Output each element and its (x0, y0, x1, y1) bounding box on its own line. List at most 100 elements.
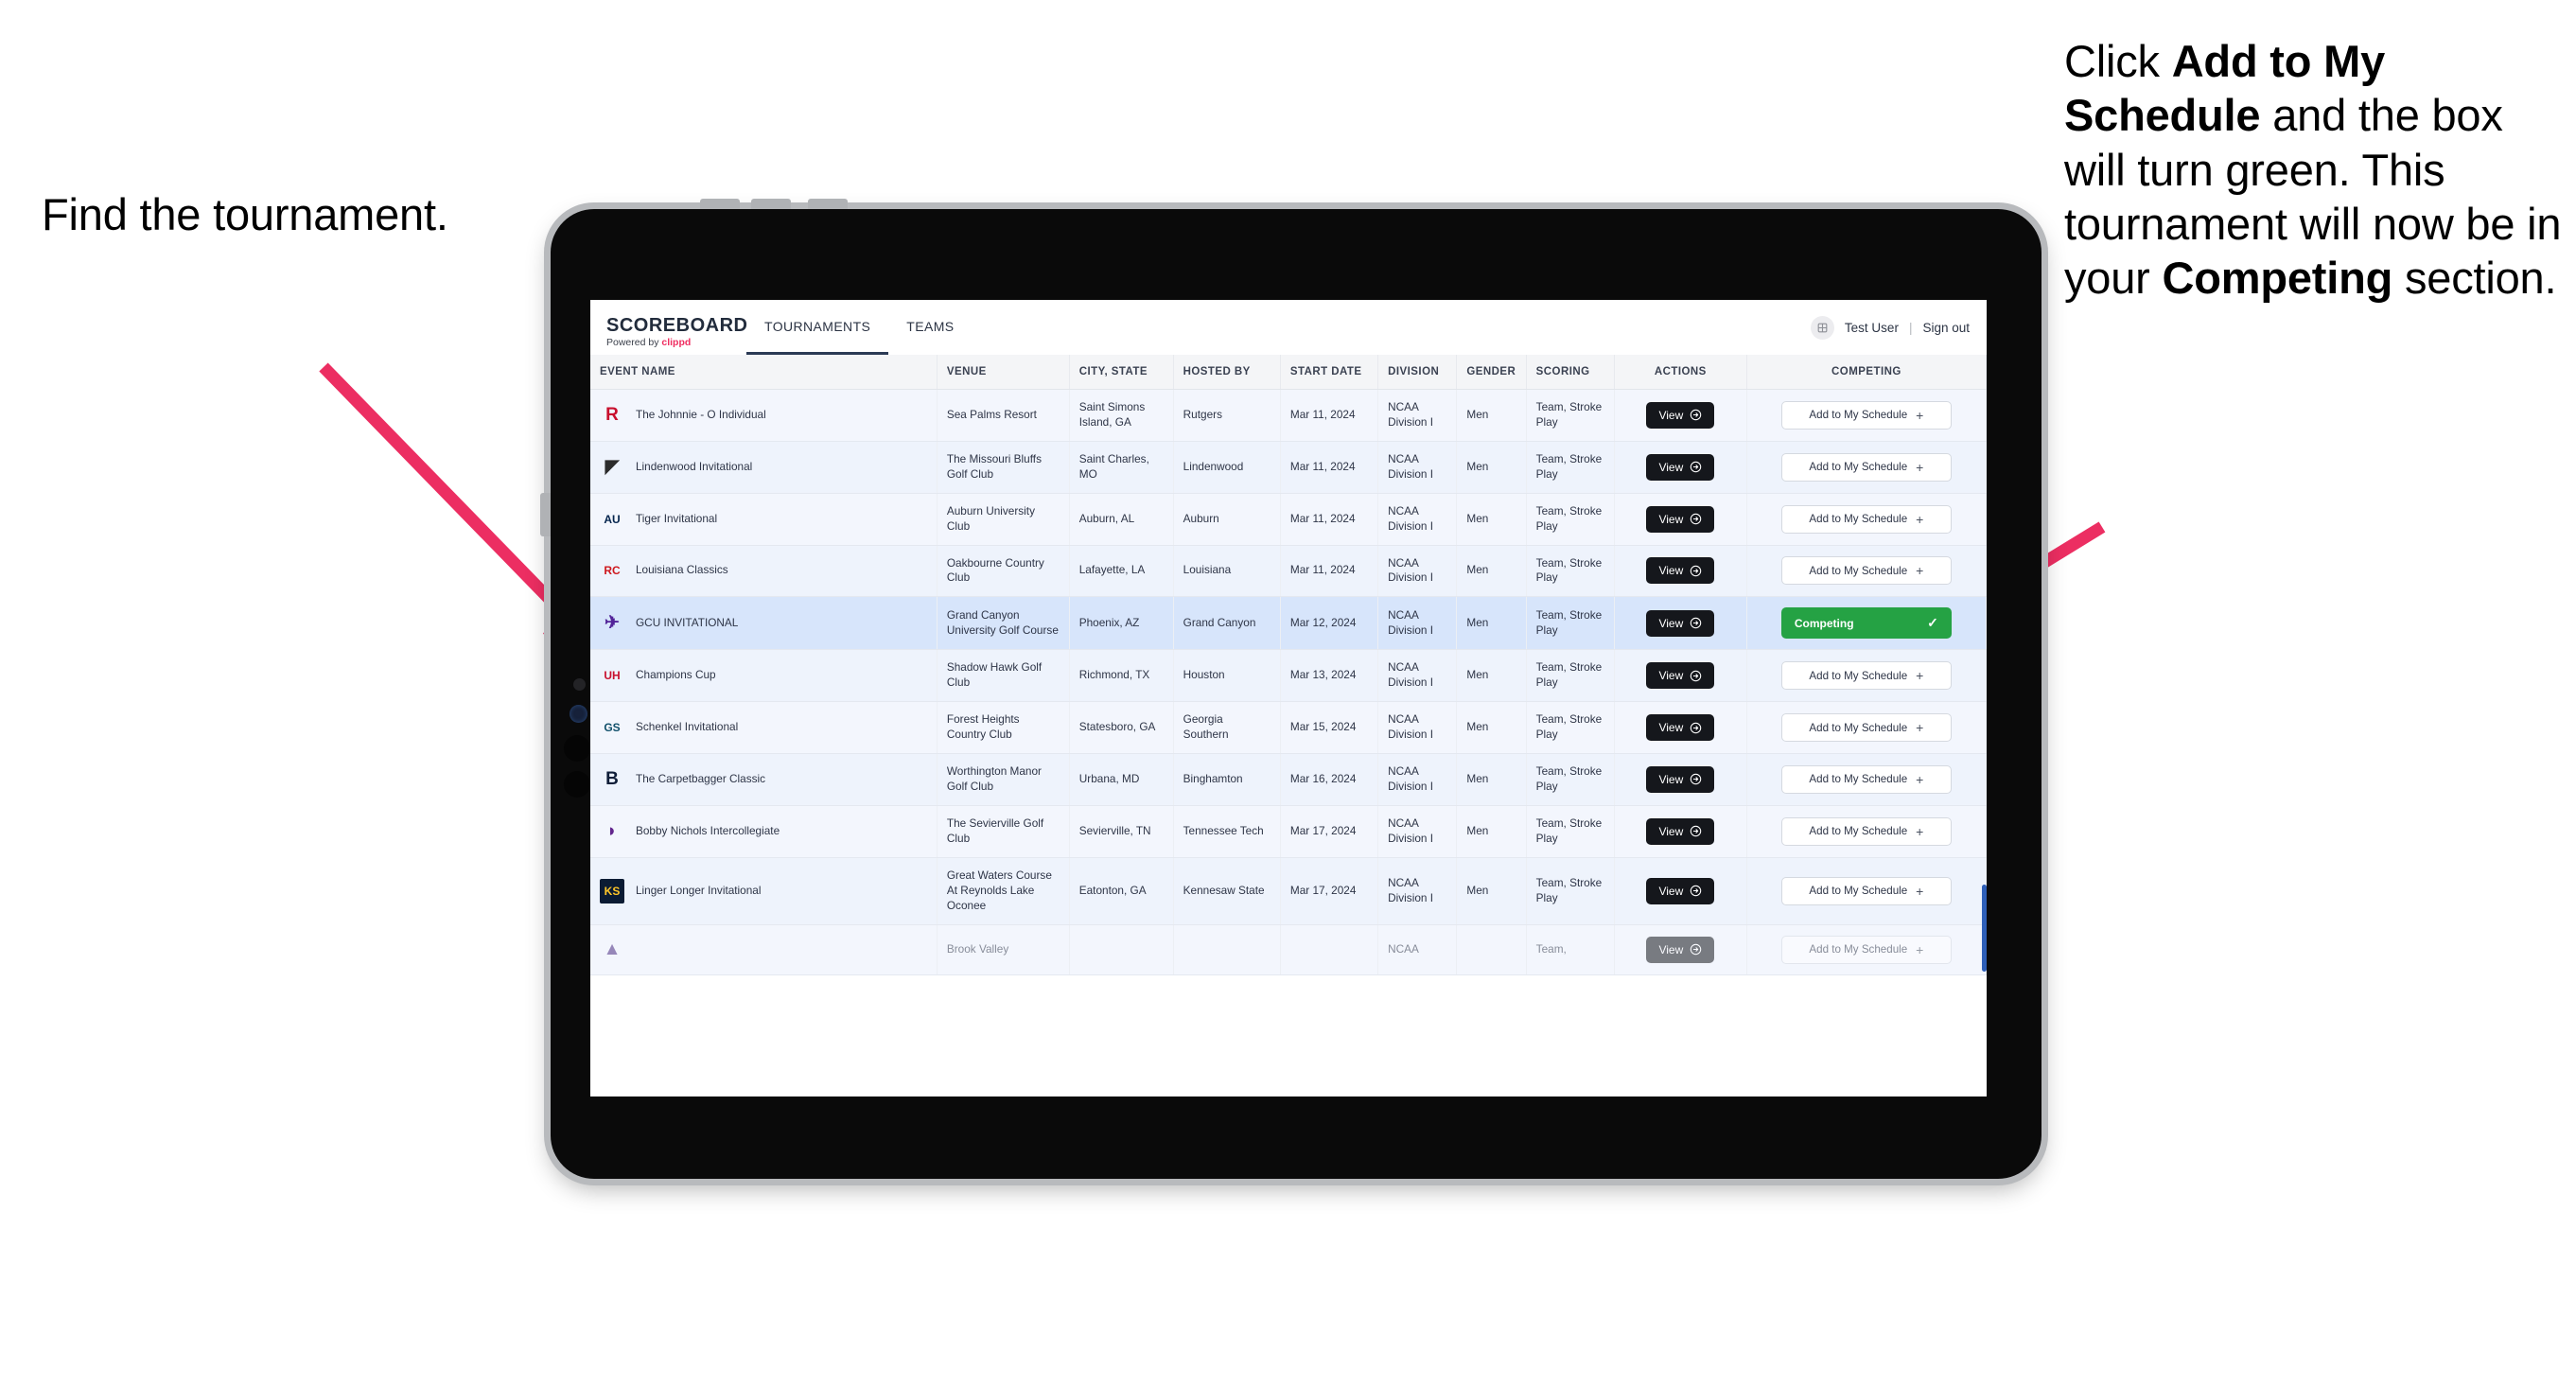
arrow-right-circle-icon (1690, 722, 1702, 734)
add-to-my-schedule-button[interactable]: Add to My Schedule + (1780, 661, 1952, 691)
table-row[interactable]: ◗ Bobby Nichols Intercollegiate The Sevier… (590, 805, 1987, 858)
view-button-label: View (1658, 669, 1684, 683)
cell-actions: View (1614, 545, 1747, 598)
table-row[interactable]: RC Louisiana Classics Oakbourne Country Cl… (590, 545, 1987, 598)
col-scoring[interactable]: SCORING (1526, 355, 1615, 390)
check-icon: ✓ (1927, 615, 1938, 631)
view-button-label: View (1658, 460, 1684, 474)
add-to-my-schedule-button[interactable]: Add to My Schedule + (1780, 713, 1952, 743)
table-row[interactable]: KS Linger Longer Invitational Great Waters… (590, 857, 1987, 925)
table-row[interactable]: ▲ Brook Valley NCAA Team, View Add to My Sche… (590, 924, 1987, 975)
cell-venue: Sea Palms Resort (937, 389, 1070, 442)
view-button[interactable]: View (1646, 817, 1715, 845)
add-to-my-schedule-button[interactable]: Add to My Schedule + (1780, 816, 1952, 846)
view-button[interactable]: View (1646, 714, 1715, 742)
view-button[interactable]: View (1646, 557, 1715, 585)
tab-tournaments[interactable]: TOURNAMENTS (746, 300, 889, 355)
view-button[interactable]: View (1646, 765, 1715, 793)
add-to-my-schedule-button[interactable]: Add to My Schedule + (1780, 764, 1952, 794)
event-name-label: Schenkel Invitational (636, 720, 739, 734)
view-button[interactable]: View (1646, 505, 1715, 533)
table-row[interactable]: GS Schenkel Invitational Forest Heights Co… (590, 701, 1987, 755)
user-avatar-icon[interactable] (1810, 315, 1834, 340)
event-name-label: The Carpetbagger Classic (636, 772, 766, 786)
view-button[interactable]: View (1646, 936, 1715, 963)
arrow-right-circle-icon (1690, 617, 1702, 629)
competing-button-label: Competing (1794, 616, 1854, 630)
annotation-left: Find the tournament. (42, 189, 448, 239)
event-name-label: GCU INVITATIONAL (636, 615, 739, 629)
cell-start-date: Mar 17, 2024 (1280, 805, 1379, 858)
col-event-name[interactable]: EVENT NAME (590, 355, 938, 390)
table-row[interactable]: R The Johnnie - O Individual Sea Palms Res… (590, 389, 1987, 442)
view-button[interactable]: View (1646, 401, 1715, 429)
competing-button[interactable]: Competing ✓ (1780, 607, 1952, 640)
col-division[interactable]: DIVISION (1377, 355, 1458, 390)
col-hosted-by[interactable]: HOSTED BY (1173, 355, 1281, 390)
view-button[interactable]: View (1646, 662, 1715, 690)
team-logo-icon: ◤ (605, 456, 620, 477)
cell-division: NCAA Division I (1377, 545, 1458, 598)
cell-venue: The Sevierville Golf Club (937, 805, 1070, 858)
brand-subtitle: Powered by clippd (606, 338, 746, 348)
event-name-label: Lindenwood Invitational (636, 459, 753, 473)
cell-event-name: ◗ Bobby Nichols Intercollegiate (590, 805, 938, 858)
tablet-power-button[interactable] (808, 199, 848, 209)
add-to-my-schedule-button[interactable]: Add to My Schedule + (1780, 504, 1952, 534)
cell-start-date: Mar 11, 2024 (1280, 389, 1379, 442)
tablet-volume-button-1[interactable] (700, 199, 740, 209)
team-logo-icon: AU (604, 512, 621, 526)
col-gender[interactable]: GENDER (1456, 355, 1527, 390)
tablet-side-button[interactable] (540, 493, 551, 536)
cell-venue: Worthington Manor Golf Club (937, 753, 1070, 806)
add-to-my-schedule-button[interactable]: Add to My Schedule + (1780, 556, 1952, 586)
arrow-right-circle-icon (1690, 885, 1702, 897)
col-competing[interactable]: COMPETING (1746, 355, 1987, 390)
tournaments-table-container[interactable]: EVENT NAME VENUE CITY, STATE HOSTED BY S… (590, 355, 1987, 1097)
add-to-my-schedule-button[interactable]: Add to My Schedule + (1780, 935, 1952, 964)
col-start-date[interactable]: START DATE (1280, 355, 1379, 390)
tablet-speaker-hole-2 (564, 771, 590, 798)
cell-event-name: AU Tiger Invitational (590, 493, 938, 546)
plus-icon: + (1916, 407, 1924, 423)
col-city-state[interactable]: CITY, STATE (1069, 355, 1174, 390)
team-logo-icon: GS (604, 721, 621, 735)
sign-out-link[interactable]: Sign out (1922, 321, 1970, 335)
add-to-my-schedule-button[interactable]: Add to My Schedule + (1780, 452, 1952, 482)
add-to-my-schedule-button[interactable]: Add to My Schedule + (1780, 876, 1952, 905)
cell-city-state: Auburn, AL (1069, 493, 1174, 546)
cell-actions: View (1614, 649, 1747, 703)
add-to-my-schedule-label: Add to My Schedule (1809, 564, 1908, 577)
cell-hosted-by: Binghamton (1173, 753, 1281, 806)
app-screen: SCOREBOARD Powered by clippd TOURNAMENTS… (590, 300, 1987, 1097)
cell-division: NCAA Division I (1377, 441, 1458, 494)
table-row[interactable]: AU Tiger Invitational Auburn University Cl… (590, 493, 1987, 546)
col-actions[interactable]: ACTIONS (1614, 355, 1747, 390)
cell-event-name: RC Louisiana Classics (590, 545, 938, 598)
view-button[interactable]: View (1646, 609, 1715, 637)
add-to-my-schedule-button[interactable]: Add to My Schedule + (1780, 400, 1952, 430)
table-row[interactable]: UH Champions Cup Shadow Hawk Golf Club Rich… (590, 649, 1987, 703)
tablet-volume-button-2[interactable] (751, 199, 791, 209)
cell-division: NCAA Division I (1377, 857, 1458, 925)
cell-actions: View (1614, 857, 1747, 925)
cell-division: NCAA Division I (1377, 596, 1458, 651)
add-to-my-schedule-label: Add to My Schedule (1809, 773, 1908, 786)
arrow-right-circle-icon (1690, 825, 1702, 837)
col-venue[interactable]: VENUE (937, 355, 1070, 390)
view-button-label: View (1658, 824, 1684, 838)
table-row[interactable]: ◤ Lindenwood Invitational The Missouri Blu… (590, 441, 1987, 494)
table-row[interactable]: ✈ GCU INVITATIONAL Grand Canyon University… (590, 596, 1987, 651)
arrow-right-circle-icon (1690, 409, 1702, 421)
table-row[interactable]: B The Carpetbagger Classic Worthington Man… (590, 753, 1987, 806)
brand-logo[interactable]: SCOREBOARD Powered by clippd (590, 300, 747, 355)
event-name-label: Linger Longer Invitational (636, 883, 762, 897)
view-button[interactable]: View (1646, 453, 1715, 481)
cell-actions: View (1614, 805, 1747, 858)
user-name-label[interactable]: Test User (1845, 321, 1899, 335)
cell-gender: Men (1456, 596, 1527, 651)
view-button[interactable]: View (1646, 877, 1715, 904)
add-to-my-schedule-label: Add to My Schedule (1809, 513, 1908, 526)
tab-teams[interactable]: TEAMS (888, 300, 972, 355)
vertical-scrollbar[interactable] (1982, 885, 1987, 972)
